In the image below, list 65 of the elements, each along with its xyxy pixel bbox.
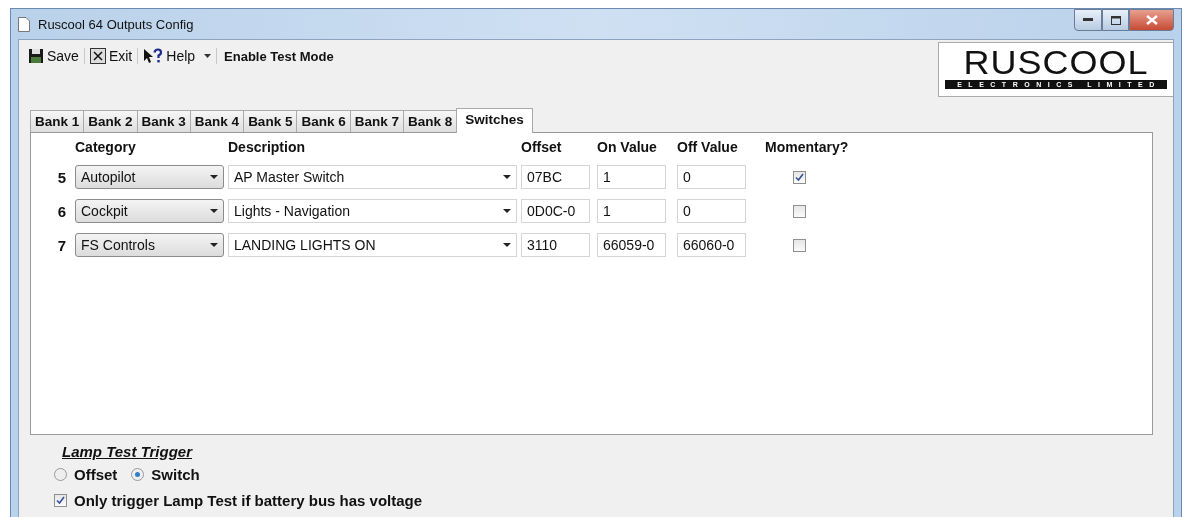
checkbox[interactable] — [54, 494, 67, 507]
description-dropdown[interactable]: Lights - Navigation — [228, 199, 517, 223]
checkbox-label: Only trigger Lamp Test if battery bus has voltage — [74, 492, 423, 509]
close-icon — [89, 48, 106, 64]
tab[interactable]: Bank 2 — [83, 110, 138, 132]
dropdown-arrow-icon — [503, 209, 511, 213]
test-mode-button[interactable]: Enable Test Mode — [218, 45, 338, 67]
category-dropdown[interactable]: Autopilot — [75, 165, 224, 189]
category-dropdown[interactable]: FS Controls — [75, 233, 224, 257]
checkbox[interactable] — [792, 238, 806, 252]
tab[interactable]: Bank 8 — [402, 110, 458, 132]
caret-icon — [204, 54, 212, 58]
logo-name: RUSCOOL — [963, 47, 1149, 79]
close-icon — [1145, 15, 1158, 25]
minimize-button[interactable] — [1074, 9, 1102, 31]
checkbox[interactable] — [792, 170, 806, 184]
exit-button[interactable]: Exit — [85, 45, 137, 67]
close-button[interactable] — [1129, 9, 1174, 31]
dropdown-arrow-icon — [210, 175, 218, 179]
description-dropdown[interactable]: LANDING LIGHTS ON — [228, 233, 517, 257]
radio-label: Switch — [151, 466, 200, 483]
column-header: Off Value — [677, 139, 739, 155]
category-dropdown[interactable]: Cockpit — [75, 199, 224, 223]
on-value-field[interactable]: 66059-0 — [597, 233, 666, 257]
window-title: Ruscool 64 Outputs Config — [38, 16, 194, 32]
tab[interactable]: Bank 5 — [243, 110, 298, 132]
dropdown-arrow-icon — [503, 243, 511, 247]
save-button[interactable]: Save — [24, 45, 83, 67]
dropdown-arrow-icon — [210, 209, 218, 213]
document-icon — [18, 16, 30, 32]
offset-field[interactable]: 07BC — [521, 165, 590, 189]
column-header: On Value — [597, 139, 658, 155]
radio-button[interactable] — [54, 468, 67, 481]
dropdown-arrow-icon — [503, 175, 511, 179]
offset-field[interactable]: 0D0C-0 — [521, 199, 590, 223]
offset-field[interactable]: 3110 — [521, 233, 590, 257]
row-number: 7 — [56, 236, 68, 254]
column-header: Description — [228, 139, 306, 155]
radio-button[interactable] — [131, 468, 145, 481]
on-value-field[interactable]: 1 — [597, 165, 666, 189]
on-value-field[interactable]: 1 — [597, 199, 666, 223]
help-pointer-icon — [143, 48, 164, 64]
tab[interactable]: Bank 7 — [349, 110, 404, 132]
help-menu-button[interactable]: Help — [139, 45, 216, 67]
tab[interactable]: Bank 1 — [30, 110, 85, 132]
tab[interactable]: Bank 6 — [296, 110, 351, 132]
minimize-icon — [1083, 18, 1093, 22]
column-header: Offset — [521, 139, 563, 155]
row-number: 6 — [56, 202, 68, 220]
dropdown-arrow-icon — [210, 243, 218, 247]
row-number: 5 — [56, 168, 68, 186]
tab[interactable]: Switches — [456, 108, 533, 133]
radio-label: Offset — [74, 466, 118, 483]
maximize-icon — [1110, 15, 1121, 25]
column-header: Momentary? — [765, 139, 850, 155]
tab[interactable]: Bank 3 — [136, 110, 191, 132]
off-value-field[interactable]: 0 — [677, 165, 746, 189]
column-header: Category — [75, 139, 137, 155]
off-value-field[interactable]: 0 — [677, 199, 746, 223]
description-dropdown[interactable]: AP Master Switch — [228, 165, 517, 189]
tab[interactable]: Bank 4 — [189, 110, 245, 132]
checkbox[interactable] — [792, 204, 806, 218]
group-title: Lamp Test Trigger — [62, 443, 193, 460]
maximize-button[interactable] — [1102, 9, 1129, 31]
off-value-field[interactable]: 66060-0 — [677, 233, 746, 257]
